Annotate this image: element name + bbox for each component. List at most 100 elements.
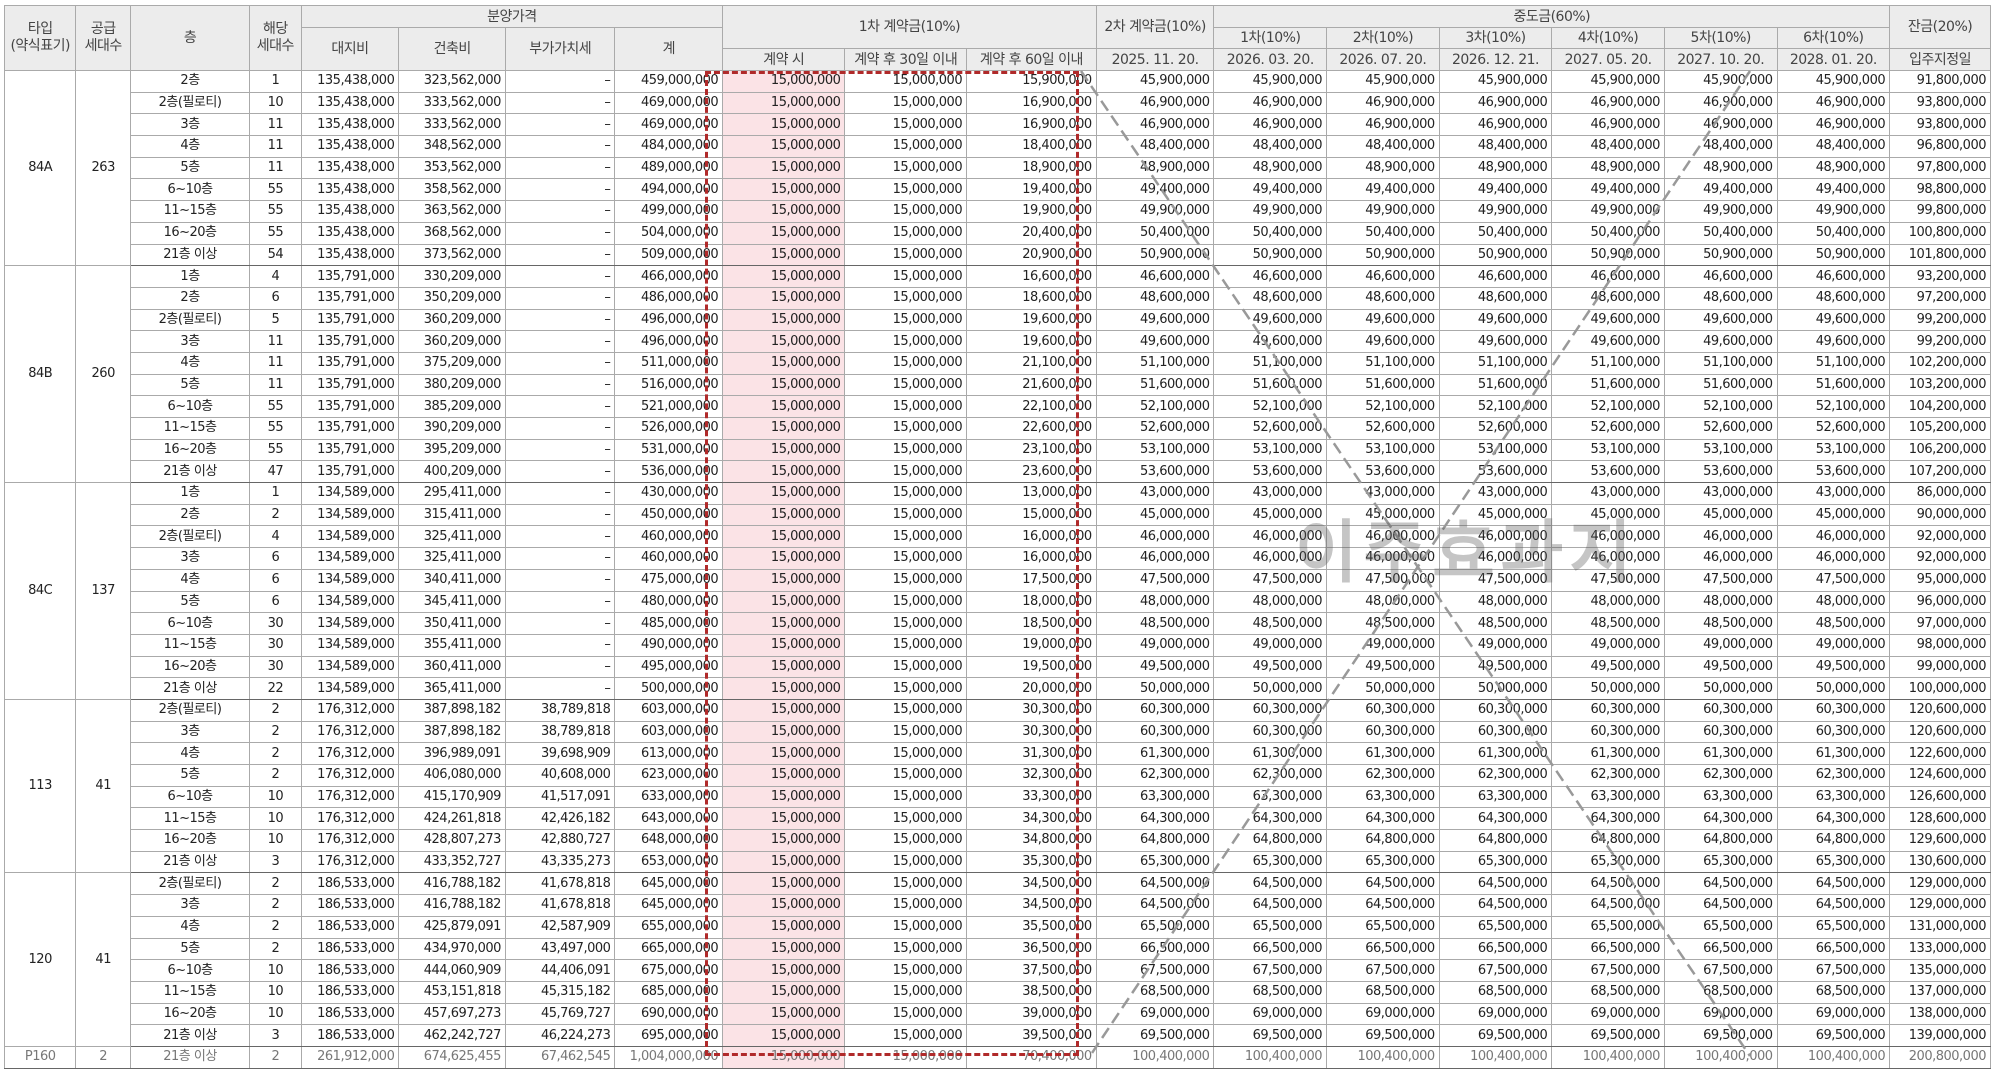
bal-cell: 101,800,000 [1889, 243, 1991, 267]
bal-cell: 104,200,000 [1889, 395, 1991, 418]
units-cell: 55 [249, 200, 302, 223]
d1c-cell: 31,300,000 [966, 742, 1097, 765]
d1a-cell: 15,000,000 [722, 113, 846, 137]
i5-cell: 49,000,000 [1663, 633, 1778, 657]
i4-cell: 48,000,000 [1551, 590, 1665, 614]
vat-cell: – [504, 395, 616, 418]
table-row: P160 2 21층 이상 2 261,912,000 674,625,455 67,462… [3, 1045, 1991, 1069]
i1-cell: 50,000,000 [1213, 677, 1328, 700]
floor-cell: 21층 이상 [129, 243, 251, 267]
i3-cell: 51,600,000 [1438, 373, 1553, 397]
d1a-cell: 15,000,000 [722, 547, 846, 570]
building-cell: 368,562,000 [398, 221, 506, 245]
bal-cell: 102,200,000 [1889, 351, 1991, 375]
d2-cell: 51,600,000 [1095, 373, 1215, 397]
bal-cell: 200,800,000 [1889, 1045, 1991, 1069]
table-row: 21층 이상 3 176,312,000 433,352,727 43,335,273 6… [5, 850, 1991, 874]
d2-cell: 45,000,000 [1095, 503, 1215, 527]
d1a-cell: 15,000,000 [722, 525, 846, 549]
i5-cell: 64,800,000 [1663, 829, 1778, 852]
i6-cell: 65,500,000 [1776, 915, 1891, 939]
total-cell: 695,000,000 [614, 1024, 724, 1047]
d2-cell: 46,900,000 [1095, 113, 1215, 137]
header-interim-2-date: 2026. 07. 20. [1326, 48, 1440, 71]
d1a-cell: 15,000,000 [722, 91, 846, 115]
i5-cell: 46,000,000 [1663, 525, 1778, 549]
vat-cell: 42,426,182 [504, 807, 616, 831]
units-cell: 2 [249, 1045, 302, 1069]
floor-cell: 6~10층 [129, 612, 251, 635]
supply-units-cell: 263 [75, 69, 131, 267]
i2-cell: 49,600,000 [1326, 308, 1440, 332]
i6-cell: 67,500,000 [1776, 959, 1891, 982]
i5-cell: 60,300,000 [1663, 698, 1778, 722]
d1a-cell: 15,000,000 [722, 200, 846, 223]
land-cell: 134,589,000 [300, 612, 400, 635]
i3-cell: 49,500,000 [1438, 655, 1553, 679]
floor-cell: 21층 이상 [129, 677, 251, 700]
i2-cell: 49,400,000 [1326, 178, 1440, 202]
header-floor: 층 [129, 5, 251, 71]
total-cell: 490,000,000 [614, 633, 724, 657]
units-cell: 4 [249, 265, 302, 288]
building-cell: 453,151,818 [398, 980, 506, 1004]
d1a-cell: 15,000,000 [722, 1045, 846, 1069]
table-row: 2층 2 134,589,000 315,411,000–450,000,000 15,… [5, 503, 1991, 527]
d2-cell: 49,600,000 [1095, 330, 1215, 353]
i2-cell: 46,900,000 [1326, 113, 1440, 137]
d1a-cell: 15,000,000 [722, 894, 846, 917]
i3-cell: 62,300,000 [1438, 764, 1553, 787]
d2-cell: 52,100,000 [1095, 395, 1215, 418]
d1b-cell: 15,000,000 [844, 330, 968, 353]
units-cell: 11 [249, 113, 302, 137]
land-cell: 176,312,000 [300, 764, 400, 787]
header-interim-5-date: 2027. 10. 20. [1663, 48, 1778, 71]
d1b-cell: 15,000,000 [844, 70, 968, 93]
i3-cell: 49,900,000 [1438, 200, 1553, 223]
d1a-cell: 15,000,000 [722, 330, 846, 353]
total-cell: 494,000,000 [614, 178, 724, 202]
header-interim-5: 5차(10%) [1663, 27, 1778, 49]
d1a-cell: 15,000,000 [722, 568, 846, 592]
land-cell: 135,438,000 [300, 156, 400, 180]
d1a-cell: 15,000,000 [722, 937, 846, 961]
d2-cell: 65,500,000 [1095, 915, 1215, 939]
vat-cell: – [504, 547, 616, 570]
units-cell: 11 [249, 373, 302, 397]
i3-cell: 68,500,000 [1438, 980, 1553, 1004]
building-cell: 360,411,000 [398, 655, 506, 679]
building-cell: 406,080,000 [398, 764, 506, 787]
building-cell: 360,209,000 [398, 330, 506, 353]
vat-cell: 44,406,091 [504, 959, 616, 982]
d1a-cell: 15,000,000 [722, 720, 846, 744]
i3-cell: 49,000,000 [1438, 633, 1553, 657]
i5-cell: 64,300,000 [1663, 807, 1778, 831]
vat-cell: – [504, 308, 616, 332]
i1-cell: 64,800,000 [1213, 829, 1328, 852]
i1-cell: 65,500,000 [1213, 915, 1328, 939]
i4-cell: 64,500,000 [1551, 872, 1665, 896]
table-row: 6~10층 10 176,312,000 415,170,909 41,517,091 6… [5, 785, 1991, 809]
d1b-cell: 15,000,000 [844, 742, 968, 765]
table-row: 113 41 2층(필로티) 2 176,312,000 387,898,182 38,78… [3, 698, 1991, 874]
i1-cell: 51,600,000 [1213, 373, 1328, 397]
d1a-cell: 15,000,000 [722, 438, 846, 462]
land-cell: 135,791,000 [300, 265, 400, 288]
land-cell: 134,589,000 [300, 633, 400, 657]
i6-cell: 53,100,000 [1776, 438, 1891, 462]
i6-cell: 64,500,000 [1776, 894, 1891, 917]
bal-cell: 135,000,000 [1889, 959, 1991, 982]
land-cell: 176,312,000 [300, 850, 400, 874]
land-cell: 176,312,000 [300, 742, 400, 765]
i1-cell: 48,600,000 [1213, 286, 1328, 310]
vat-cell: – [504, 70, 616, 93]
floor-cell: 2층(필로티) [129, 91, 251, 115]
i5-cell: 52,600,000 [1663, 417, 1778, 440]
d1c-cell: 20,400,000 [966, 221, 1097, 245]
building-cell: 395,209,000 [398, 438, 506, 462]
d1b-cell: 15,000,000 [844, 698, 968, 722]
building-cell: 416,788,182 [398, 872, 506, 896]
i3-cell: 48,500,000 [1438, 612, 1553, 635]
d1b-cell: 15,000,000 [844, 482, 968, 505]
vat-cell: – [504, 612, 616, 635]
